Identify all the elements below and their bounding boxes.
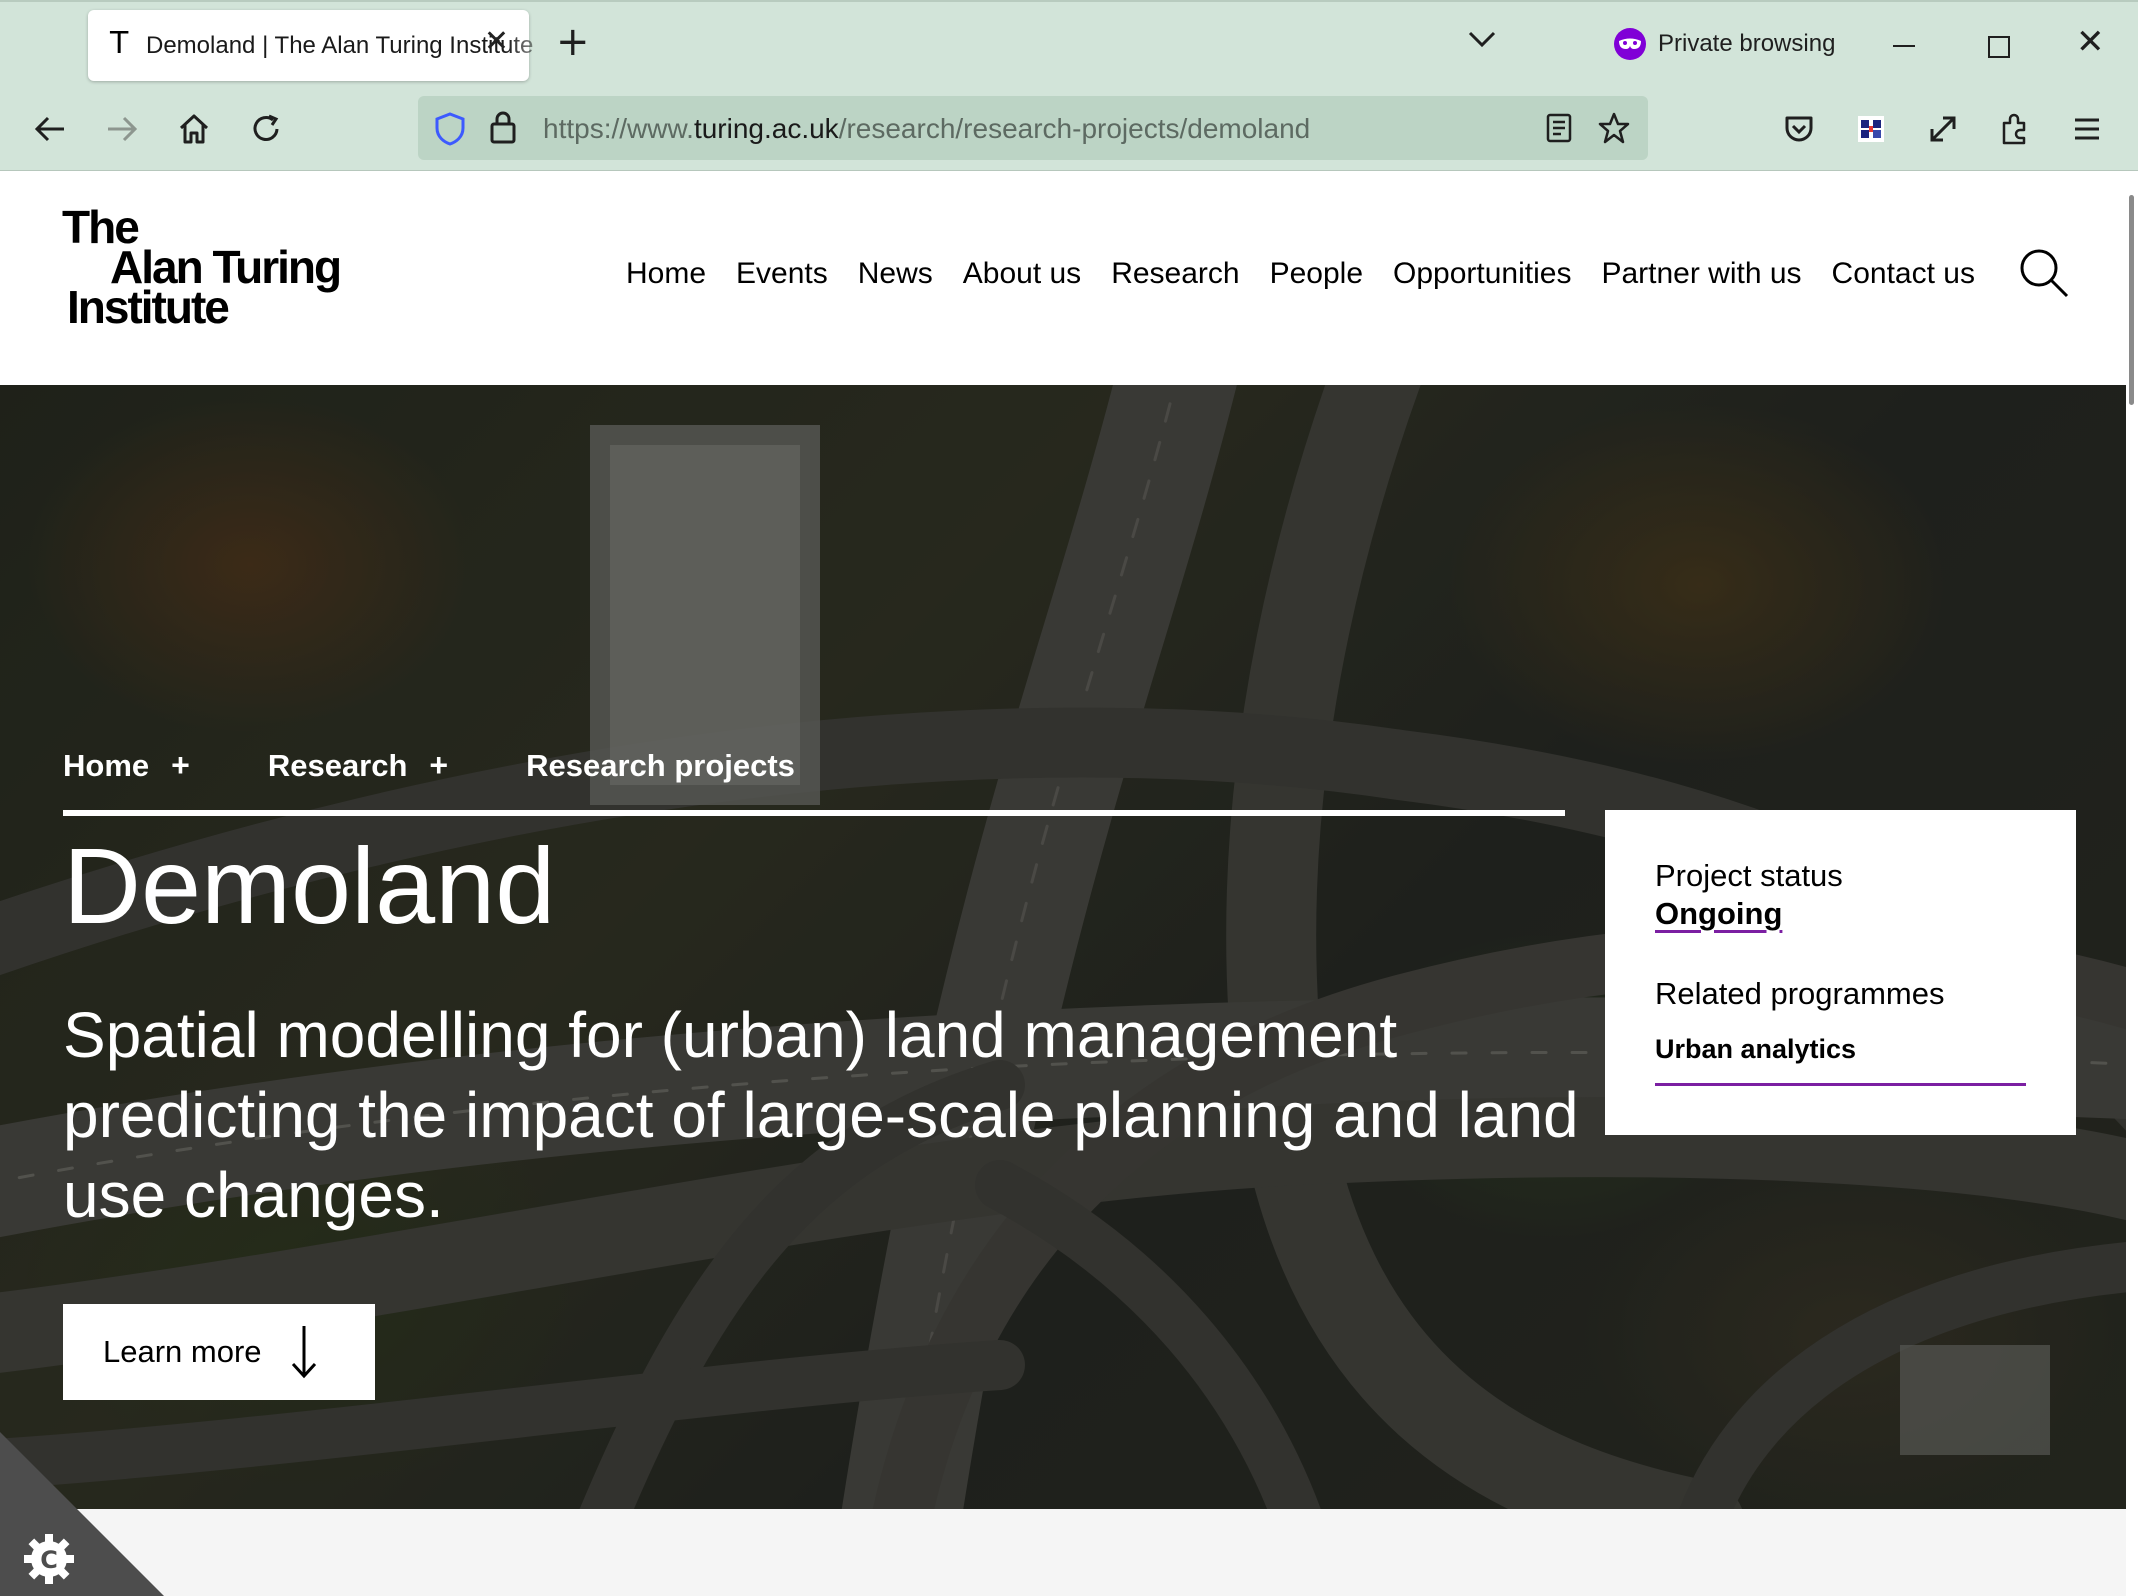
nav-people[interactable]: People (1270, 257, 1363, 291)
new-tab-icon[interactable]: + (556, 22, 590, 62)
hero-section: Home + Research + Research projects Demola… (0, 385, 2126, 1509)
url-bar[interactable]: https://www.turing.ac.uk/research/resear… (418, 96, 1648, 160)
browser-tab-active[interactable]: T Demoland | The Alan Turing Institute ✕ (88, 10, 533, 81)
nav-opportunities[interactable]: Opportunities (1393, 257, 1571, 291)
project-status-label: Project status (1655, 858, 1843, 893)
private-browsing-indicator: Private browsing (1614, 28, 1835, 60)
svg-text:C: C (40, 1546, 58, 1574)
forward-icon[interactable] (102, 109, 142, 149)
window-close-icon[interactable]: ✕ (2076, 22, 2105, 62)
cookie-settings-icon: C (22, 1532, 76, 1591)
main-navigation: Home Events News About us Research Peopl… (626, 257, 2005, 291)
breadcrumb: Home + Research + Research projects (63, 747, 795, 784)
breadcrumb-research[interactable]: Research (268, 748, 408, 784)
browser-nav-bar: https://www.turing.ac.uk/research/resear… (0, 87, 2138, 171)
extensions-icon[interactable] (1995, 109, 2035, 149)
nav-news[interactable]: News (858, 257, 933, 291)
learn-more-label: Learn more (103, 1334, 262, 1369)
page-title: Demoland (63, 825, 556, 946)
window-minimize-icon[interactable] (1893, 45, 1915, 47)
project-status-card: Project status Ongoing Related programme… (1605, 810, 2076, 1135)
cookie-settings-button[interactable]: C (0, 1432, 164, 1596)
tab-close-icon[interactable]: ✕ (484, 24, 509, 59)
nav-research[interactable]: Research (1111, 257, 1239, 291)
browser-tab-bar: T Demoland | The Alan Turing Institute ✕… (0, 0, 2138, 87)
pocket-icon[interactable] (1779, 109, 1819, 149)
programme-link-urban-analytics[interactable]: Urban analytics (1655, 1034, 2026, 1086)
lock-icon[interactable] (490, 110, 516, 149)
related-programmes-label: Related programmes (1655, 976, 1945, 1011)
private-mask-icon (1614, 28, 1646, 60)
site-header: The Alan Turing Institute Home Events Ne… (0, 171, 2126, 385)
breadcrumb-plus-icon: + (171, 747, 190, 783)
nav-about-us[interactable]: About us (963, 257, 1081, 291)
list-all-tabs-chevron-icon[interactable] (1468, 30, 1496, 52)
menu-icon[interactable] (2067, 109, 2107, 149)
scrollbar-thumb[interactable] (2129, 195, 2134, 405)
fullscreen-icon[interactable] (1923, 109, 1963, 149)
reload-icon[interactable] (246, 109, 286, 149)
back-icon[interactable] (30, 109, 70, 149)
breadcrumb-research-projects[interactable]: Research projects (526, 748, 795, 784)
nav-partner-with-us[interactable]: Partner with us (1601, 257, 1801, 291)
search-icon[interactable] (2018, 247, 2070, 304)
page-scrollbar[interactable] (2126, 171, 2138, 1596)
extension-badge-icon[interactable] (1851, 109, 1891, 149)
turing-institute-logo[interactable]: The Alan Turing Institute (62, 204, 342, 330)
tab-favicon: T (110, 26, 129, 61)
shield-icon[interactable] (435, 112, 465, 151)
nav-events[interactable]: Events (736, 257, 828, 291)
hero-divider (63, 810, 1565, 816)
nav-home[interactable]: Home (626, 257, 706, 291)
reader-view-icon[interactable] (1546, 113, 1572, 148)
home-icon[interactable] (174, 109, 214, 149)
nav-contact-us[interactable]: Contact us (1832, 257, 1975, 291)
project-status-value[interactable]: Ongoing (1655, 896, 2026, 932)
window-maximize-icon[interactable] (1988, 36, 2010, 58)
private-browsing-label: Private browsing (1658, 30, 1836, 57)
arrow-down-icon (289, 1324, 319, 1388)
url-text[interactable]: https://www.turing.ac.uk/research/resear… (543, 113, 1310, 145)
breadcrumb-home[interactable]: Home (63, 748, 149, 784)
bookmark-star-icon[interactable] (1598, 112, 1630, 149)
learn-more-button[interactable]: Learn more (63, 1304, 375, 1400)
page-subtitle: Spatial modelling for (urban) land manag… (63, 999, 1579, 1231)
content-area-below-hero (0, 1509, 2126, 1596)
breadcrumb-plus-icon: + (429, 747, 449, 783)
